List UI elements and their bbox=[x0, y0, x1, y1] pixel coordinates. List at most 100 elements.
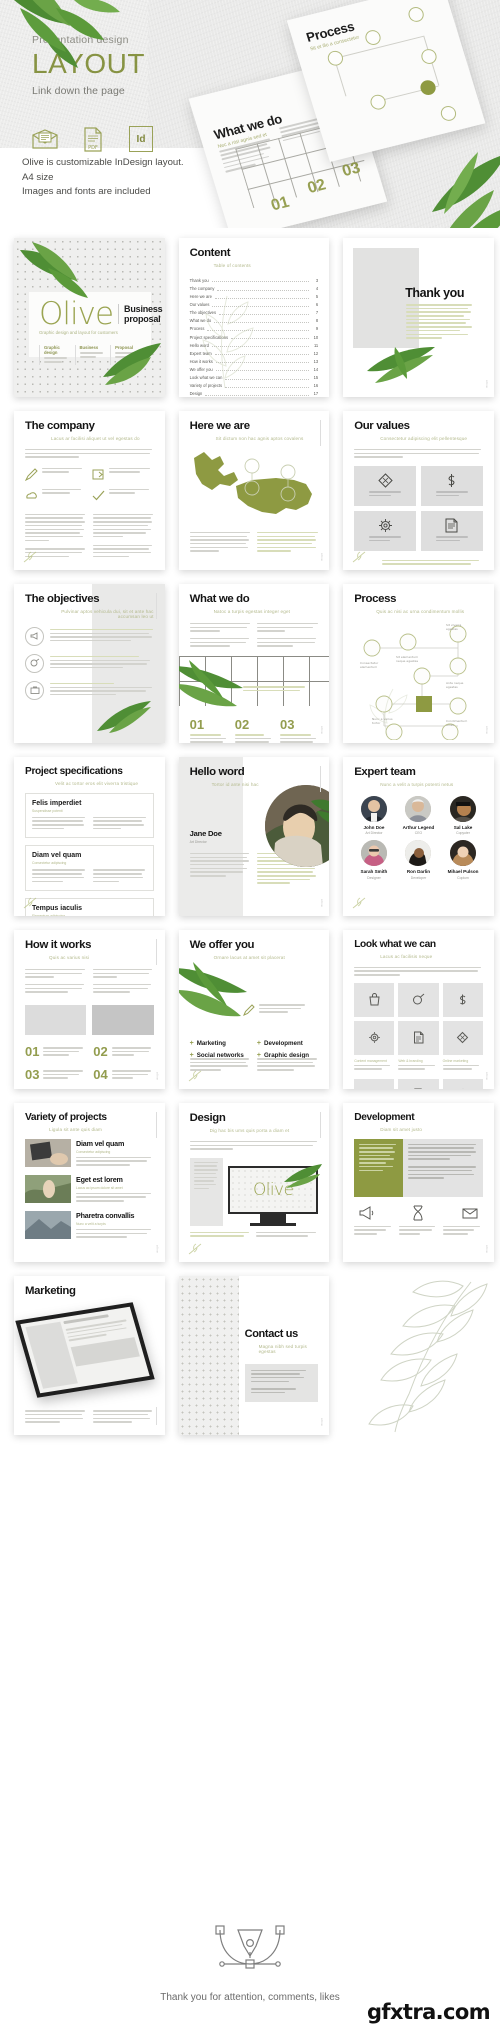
avatar bbox=[405, 840, 432, 867]
page-thumbnail-how-it-works[interactable]: How it works Quis ac varius nisi 01 02 0… bbox=[14, 930, 165, 1089]
page-side-tag: olive bbox=[320, 725, 325, 734]
member-role: Developer bbox=[410, 875, 427, 880]
contact-dot-pattern bbox=[178, 1276, 239, 1435]
page-thumbnail-we-offer-you[interactable]: We offer you Ornare lacus at amet sit pl… bbox=[178, 930, 330, 1089]
monitor-base bbox=[250, 1222, 297, 1226]
page-thumbnail-here-we-are[interactable]: Here we are Sit dictum non hac agnis apt… bbox=[178, 411, 330, 570]
document-icon bbox=[414, 1088, 423, 1089]
capability-card[interactable] bbox=[398, 982, 439, 1017]
page-title: The objectives bbox=[25, 593, 100, 605]
page-thumbnail-contact-us[interactable]: Contact us Magna nibh sed turpis egestas… bbox=[178, 1276, 330, 1435]
page-title: How it works bbox=[25, 939, 92, 951]
toc-item[interactable]: Thank you 3 bbox=[190, 278, 319, 283]
page-subtitle: Magna nibh sed turpis egestas bbox=[258, 1343, 307, 1354]
thumbnail-row: How it works Quis ac varius nisi 01 02 0… bbox=[14, 930, 494, 1089]
svg-text:amet: amet bbox=[446, 723, 455, 727]
team-member[interactable]: Sarah Smith Designer bbox=[354, 840, 394, 880]
capability-card[interactable] bbox=[442, 982, 483, 1017]
page-thumbnail-design[interactable]: Design Dig hac bis ums quis porta a diam… bbox=[178, 1103, 330, 1262]
page-title: Our values bbox=[354, 420, 410, 432]
capability-card[interactable] bbox=[354, 982, 395, 1017]
member-name: Mihael Pulson bbox=[447, 869, 479, 875]
toc-page-number: 12 bbox=[313, 350, 319, 356]
page-title: What we do bbox=[189, 593, 250, 605]
team-member[interactable]: Ron Darlin Developer bbox=[399, 840, 439, 880]
page-thumbnail-look-what-we-can[interactable]: Look what we can Lacus ac facilisis nequ… bbox=[343, 930, 494, 1089]
thumbnail-row: Project specifications Velit ac tortor e… bbox=[14, 757, 494, 916]
value-card[interactable] bbox=[354, 465, 416, 506]
toc-page-number: 9 bbox=[315, 326, 319, 332]
page-thumbnail-content[interactable]: Content Table of contents Thank you 3 The… bbox=[178, 238, 330, 397]
spec-subheading: Consectetur adipiscing bbox=[32, 861, 67, 866]
page-thumbnail-development[interactable]: Development Diam sit amet justo olive bbox=[343, 1103, 494, 1262]
capability-caption: Content management bbox=[354, 1058, 387, 1063]
olive-branch-outline-icon bbox=[368, 1280, 488, 1433]
section-number: 01 bbox=[189, 717, 205, 732]
value-card[interactable] bbox=[420, 465, 483, 506]
page-side-tag: olive bbox=[484, 1244, 489, 1253]
page-thumbnail-process[interactable]: Process Quis ac nisi ac urna condimentum… bbox=[343, 584, 494, 743]
member-role: Copium bbox=[457, 875, 469, 880]
page-side-tag: olive bbox=[320, 898, 325, 907]
olive-leaf-decoration bbox=[178, 660, 243, 707]
page-title: Thank you bbox=[405, 286, 465, 300]
project-item[interactable]: Pharetra convallis Nunc a velit a turpis bbox=[25, 1210, 154, 1240]
member-role: Art Director bbox=[365, 831, 383, 836]
objective-item bbox=[25, 626, 154, 646]
page-thumbnail-company[interactable]: The company Lacus ar facilisi aliquet ut… bbox=[14, 411, 165, 570]
page-thumbnail-what-we-do[interactable]: What we do Natoc a turpis egestas intege… bbox=[178, 584, 330, 743]
page-side-tag: olive bbox=[320, 1417, 325, 1426]
page-thumbnail-variety-of-projects[interactable]: Variety of projects Ligula sit ante quis… bbox=[14, 1103, 165, 1262]
capability-card[interactable] bbox=[354, 1020, 395, 1055]
team-member[interactable]: Mihael Pulson Copium bbox=[443, 840, 483, 880]
capability-card[interactable] bbox=[442, 1078, 483, 1089]
offer-item[interactable]: + Marketing bbox=[190, 1040, 251, 1047]
project-item[interactable]: Diam vel quam Consectetur adipiscing bbox=[25, 1138, 154, 1168]
offer-item[interactable]: + Development bbox=[257, 1040, 318, 1047]
toc-label: Thank you bbox=[189, 277, 209, 283]
capability-card[interactable] bbox=[354, 1078, 395, 1089]
capability-card[interactable] bbox=[442, 1020, 483, 1055]
value-card[interactable] bbox=[354, 510, 416, 551]
spec-block: Diam vel quam Consectetur adipiscing bbox=[25, 845, 154, 892]
page-thumbnail-expert-team[interactable]: Expert team Nunc a velit a turpis potent… bbox=[343, 757, 494, 916]
olive-leaf-decoration-right bbox=[432, 152, 500, 228]
pdf-file-icon: PDF bbox=[80, 126, 106, 152]
page-thumbnail-hello-word[interactable]: Hello word Tortor id ante nisi hac Jane … bbox=[178, 757, 330, 916]
capability-caption: Web & branding bbox=[398, 1058, 423, 1063]
page-thumbnail-marketing[interactable]: Marketing bbox=[14, 1276, 165, 1435]
gear-icon bbox=[368, 1032, 380, 1044]
indesign-label: Id bbox=[129, 126, 153, 152]
page-thumbnail-thankyou[interactable]: Thank you olive bbox=[343, 238, 494, 397]
page-thumbnail-cover[interactable]: Olive Business proposal Graphic design a… bbox=[14, 238, 165, 397]
page-subtitle: Quis ac nisi ac urna condimentum mollis bbox=[376, 608, 465, 614]
team-member[interactable]: John Doe Art Director bbox=[354, 795, 394, 836]
thumbnail-row: Variety of projects Ligula sit ante quis… bbox=[14, 1103, 494, 1262]
page-subtitle: Quis ac varius nisi bbox=[49, 954, 90, 960]
page-subtitle: Pulvinar aptos vehicula dui, sit et ante… bbox=[61, 608, 154, 619]
page-thumbnail-objectives[interactable]: The objectives Pulvinar aptos vehicula d… bbox=[14, 584, 165, 743]
objective-item bbox=[25, 680, 154, 700]
olive-branch-outline-icon bbox=[369, 688, 408, 736]
team-member[interactable]: Arthur Legend CEO bbox=[399, 795, 439, 835]
capability-card[interactable] bbox=[398, 1078, 439, 1089]
toc-item[interactable]: Design 17 bbox=[190, 391, 319, 396]
page-title: Look what we can bbox=[354, 939, 436, 950]
avatar bbox=[360, 795, 387, 822]
capability-card[interactable] bbox=[398, 1020, 439, 1055]
usa-map-icon bbox=[193, 451, 312, 514]
avatar bbox=[450, 795, 477, 822]
project-item[interactable]: Eget est lorem Lacus ac ipsum dolore sit… bbox=[25, 1174, 154, 1204]
value-card[interactable] bbox=[420, 510, 483, 551]
page-subtitle: Dig hac bis ums quis porta a diam et bbox=[209, 1127, 290, 1133]
gear-icon bbox=[378, 519, 392, 533]
hero-description-line-2: A4 size bbox=[22, 171, 54, 183]
page-title: Hello word bbox=[189, 766, 245, 778]
olive-sprig-icon bbox=[188, 1243, 201, 1255]
page-title: We offer you bbox=[189, 939, 255, 951]
envelope-icon bbox=[32, 126, 58, 152]
member-name: Sarah Smith bbox=[360, 869, 388, 875]
page-thumbnail-project-specifications[interactable]: Project specifications Velit ac tortor e… bbox=[14, 757, 165, 916]
page-thumbnail-our-values[interactable]: Our values Consectetur adipiscing elit p… bbox=[343, 411, 494, 570]
team-member[interactable]: Sal Lake Copyuter bbox=[443, 795, 483, 835]
